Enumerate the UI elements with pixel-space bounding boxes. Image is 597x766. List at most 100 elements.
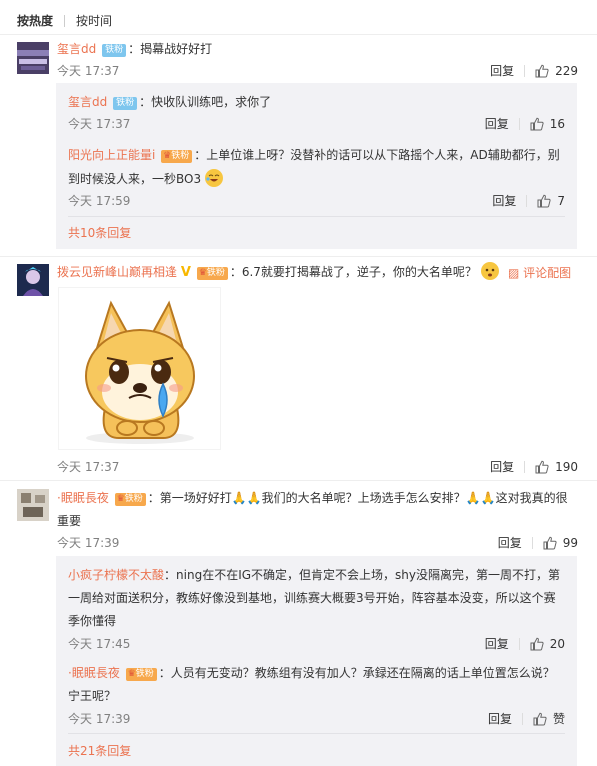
- confused-emoji-icon: [480, 262, 499, 280]
- avatar-image: [17, 264, 49, 296]
- divider: [68, 216, 565, 217]
- reply-button[interactable]: 回复: [498, 534, 522, 551]
- reply-actions: 回复 16: [485, 115, 565, 132]
- reply-box: 小疯子柠檬不太酸：ning在不在IG不确定，但肯定不会上场，shy没隔离完，第一…: [56, 556, 577, 766]
- like-icon[interactable]: [535, 460, 549, 474]
- reply-line-2: 到时候没人来，一秒BO3: [68, 169, 223, 187]
- reply-author[interactable]: 玺言dd: [68, 95, 107, 109]
- comment-author[interactable]: 玺言dd: [57, 42, 96, 56]
- like-count: 7: [557, 193, 565, 208]
- comment-text: 6.7就要打揭幕战了，逆子，你的大名单呢？: [241, 265, 477, 279]
- reply-button[interactable]: 回复: [490, 62, 514, 79]
- divider: [0, 256, 597, 257]
- image-icon: ▨: [508, 266, 520, 280]
- comment-time: 今天 17:39: [57, 536, 120, 550]
- vip-fan-badge: ♛铁粉: [114, 493, 146, 506]
- comment-actions: 回复 190: [490, 458, 578, 475]
- like-icon[interactable]: [530, 117, 544, 131]
- reply-line: 阳光向上正能量i ♛铁粉 ：上单位谁上呀？没替补的话可以从下路摇个人来，AD辅助都…: [68, 148, 560, 163]
- reply-text: 人员有无变动？教练组有没有加人？承録还在隔离的话上单位置怎么说？: [170, 666, 555, 680]
- reply-time: 今天 17:37: [68, 117, 131, 131]
- vip-fan-badge: ♛铁粉: [125, 668, 157, 681]
- avatar[interactable]: [17, 264, 49, 296]
- reply-time: 今天 17:45: [68, 637, 131, 651]
- reply-actions: 回复 20: [485, 635, 565, 652]
- reply-author[interactable]: ·眠眠長夜: [68, 666, 120, 680]
- avatar[interactable]: [17, 489, 49, 521]
- reply-text-continued: 一周给对面送积分，教练好像没到基地，训练赛大概要3号开始，阵容基本没变，所以这个…: [68, 591, 556, 605]
- reply-time: 今天 17:59: [68, 194, 131, 208]
- reply-line: 小疯子柠檬不太酸：ning在不在IG不确定，但肯定不会上场，shy没隔离完，第一…: [68, 568, 560, 582]
- comment-actions: 回复 229: [490, 62, 578, 79]
- fan-badge: 铁粉: [102, 44, 127, 57]
- reply-time: 今天 17:39: [68, 712, 131, 726]
- verified-v-icon: V: [180, 265, 191, 280]
- crown-icon: ♛: [198, 268, 207, 278]
- like-icon[interactable]: [535, 64, 549, 78]
- reply-line-3: 季你懂得: [68, 612, 116, 629]
- reply-button[interactable]: 回复: [488, 710, 512, 727]
- crown-icon: ♛: [116, 494, 125, 504]
- reply-author[interactable]: 小疯子柠檬不太酸: [68, 568, 164, 582]
- avatar[interactable]: [17, 42, 49, 74]
- comment-line: ·眠眠長夜 ♛铁粉 ：第一场好好打🙏🙏我们的大名单呢？上场选手怎么安排？🙏🙏这对我…: [57, 491, 568, 506]
- action-divider: [526, 194, 528, 207]
- praying-hands-icon: 🙏🙏: [465, 491, 496, 505]
- like-icon[interactable]: [543, 536, 557, 550]
- crying-dog-sticker-icon: [85, 300, 195, 444]
- reply-button[interactable]: 回复: [492, 192, 516, 209]
- sort-by-time-tab[interactable]: 按时间: [76, 12, 112, 29]
- comment-picture-link[interactable]: ▨ 评论配图: [508, 264, 571, 281]
- comment-text: 我们的大名单呢？上场选手怎么安排？: [261, 491, 466, 505]
- reply-text: ning在不在IG不确定，但肯定不会上场，shy没隔离完，第一周不打，第: [176, 568, 560, 582]
- reply-button[interactable]: 回复: [485, 115, 509, 132]
- like-icon[interactable]: [533, 712, 547, 726]
- sort-by-hot-tab[interactable]: 按热度: [17, 12, 53, 29]
- comment-time: 今天 17:37: [57, 64, 120, 78]
- comment-time: 今天 17:37: [57, 460, 120, 474]
- reply-line-2: 一周给对面送积分，教练好像没到基地，训练赛大概要3号开始，阵容基本没变，所以这个…: [68, 589, 556, 606]
- comment-text: 第一场好好打: [159, 491, 232, 505]
- comment-text-continued: 重要: [57, 514, 82, 528]
- like-icon[interactable]: [537, 194, 551, 208]
- sort-divider: [64, 14, 66, 27]
- fan-badge: 铁粉: [113, 97, 138, 110]
- reply-actions: 回复 7: [492, 192, 565, 209]
- comment-image[interactable]: [58, 287, 221, 450]
- like-count: 190: [555, 459, 578, 474]
- vip-fan-badge: ♛铁粉: [161, 150, 193, 163]
- reply-text-continued: 季你懂得: [68, 614, 117, 628]
- praying-hands-icon: 🙏🙏: [231, 491, 262, 505]
- comment-author[interactable]: ·眠眠長夜: [57, 491, 109, 505]
- reply-line-2: 宁王呢？: [68, 687, 116, 704]
- divider: [0, 34, 597, 35]
- reply-button[interactable]: 回复: [485, 635, 509, 652]
- comment-line: 拨云见新峰山巅再相逢 V ♛铁粉 ：6.7就要打揭幕战了，逆子，你的大名单呢？: [57, 262, 499, 280]
- comment-text: 这对我真的很: [495, 491, 568, 505]
- action-divider: [531, 536, 533, 549]
- like-icon[interactable]: [530, 637, 544, 651]
- like-label: 赞: [552, 712, 565, 726]
- reply-line: ·眠眠長夜 ♛铁粉 ：人员有无变动？教练组有没有加人？承録还在隔离的话上单位置怎么…: [68, 666, 555, 681]
- reply-actions: 回复 赞: [488, 710, 565, 727]
- like-count: 99: [562, 535, 578, 550]
- avatar-image: [17, 489, 49, 521]
- reply-author[interactable]: 阳光向上正能量i: [68, 148, 155, 162]
- avatar-image: [17, 42, 49, 74]
- reply-text: 上单位谁上呀？没替补的话可以从下路摇个人来，AD辅助都行，别: [206, 148, 560, 162]
- crown-icon: ♛: [127, 669, 136, 679]
- more-replies-link[interactable]: 共10条回复: [68, 224, 131, 241]
- like-count: 16: [549, 116, 565, 131]
- divider: [68, 733, 565, 734]
- divider: [0, 480, 597, 481]
- action-divider: [518, 117, 520, 130]
- comment-author[interactable]: 拨云见新峰山巅再相逢: [57, 265, 177, 279]
- like-count: 229: [555, 63, 578, 78]
- reply-text: 快收队训练吧，求你了: [151, 95, 272, 109]
- sort-bar: 按热度 按时间: [17, 12, 112, 29]
- action-divider: [518, 637, 520, 650]
- more-replies-link[interactable]: 共21条回复: [68, 742, 131, 759]
- reply-text-continued: 宁王呢？: [68, 689, 117, 703]
- reply-button[interactable]: 回复: [490, 458, 514, 475]
- reply-box: 玺言dd 铁粉 ：快收队训练吧，求你了 今天 17:37 回复 16 阳光向上正能…: [56, 83, 577, 249]
